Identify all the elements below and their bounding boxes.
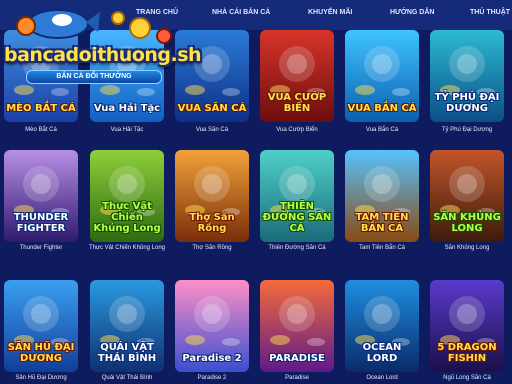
game-name-label[interactable]: Thiên Đường Săn Cá bbox=[249, 244, 345, 252]
site-logo[interactable]: bancadoithuong.sh BẮN CÁ ĐỔI THƯỞNG bbox=[0, 6, 202, 90]
game-name-label[interactable]: Vua Săn Cá bbox=[164, 126, 260, 134]
game-card-title: PARADISE bbox=[269, 353, 325, 364]
game-card[interactable]: THIÊN ĐƯỜNG SĂN CÁ bbox=[260, 150, 334, 242]
nav-tips[interactable]: THỦ THUẬT bbox=[470, 9, 510, 16]
game-name-label[interactable]: Paradise bbox=[249, 374, 345, 382]
game-name-label[interactable]: Vua Hải Tặc bbox=[79, 126, 175, 134]
game-name-label[interactable]: Thợ Săn Rồng bbox=[164, 244, 260, 252]
game-name-label[interactable]: Tỷ Phú Đại Dương bbox=[419, 126, 512, 134]
game-card[interactable]: QUÁI VẬT THÁI BÌNH bbox=[90, 280, 164, 372]
game-card-title: QUÁI VẬT THÁI BÌNH bbox=[97, 342, 157, 364]
game-card[interactable]: SĂN KHỦNG LONG bbox=[430, 150, 504, 242]
nav-bookmakers[interactable]: NHÀ CÁI BẮN CÁ bbox=[212, 9, 270, 16]
game-card-title: SĂN HŨ ĐẠI DƯƠNG bbox=[7, 342, 75, 364]
game-card[interactable]: THUNDER FIGHTER bbox=[4, 150, 78, 242]
game-card-title: Thực Vật Chiến Khủng Long bbox=[93, 201, 161, 234]
game-card-title: Vua Hải Tặc bbox=[93, 103, 161, 114]
game-card-title: TAM TIÊN BẮN CÁ bbox=[355, 212, 409, 234]
nav-guides[interactable]: HƯỚNG DẪN bbox=[390, 9, 434, 16]
game-card-title: MÈO BẮT CÁ bbox=[6, 103, 76, 114]
game-card-title: TỶ PHÚ ĐẠI DƯƠNG bbox=[434, 92, 500, 114]
game-card[interactable]: Thực Vật Chiến Khủng Long bbox=[90, 150, 164, 242]
game-card-title: OCEAN LORD bbox=[362, 342, 402, 364]
game-card[interactable]: OCEAN LORD bbox=[345, 280, 419, 372]
game-card[interactable]: 5 DRAGON FISHIN bbox=[430, 280, 504, 372]
game-card[interactable]: TỶ PHÚ ĐẠI DƯƠNG bbox=[430, 30, 504, 122]
game-card-title: 5 DRAGON FISHIN bbox=[437, 342, 497, 364]
game-name-label[interactable]: Ocean Lord bbox=[334, 374, 430, 382]
game-name-label[interactable]: Mèo Bắt Cá bbox=[0, 126, 89, 134]
game-card[interactable]: VUA CƯỚP BIỂN bbox=[260, 30, 334, 122]
game-name-label[interactable]: Vua Cướp Biển bbox=[249, 126, 345, 134]
nav-promotions[interactable]: KHUYẾN MÃI bbox=[308, 9, 352, 16]
game-card[interactable]: TAM TIÊN BẮN CÁ bbox=[345, 150, 419, 242]
game-card[interactable]: VUA BẮN CÁ bbox=[345, 30, 419, 122]
game-name-label[interactable]: Vua Bắn Cá bbox=[334, 126, 430, 134]
game-card-title: Thợ Săn Rồng bbox=[189, 212, 235, 234]
logo-tagline: BẮN CÁ ĐỔI THƯỞNG bbox=[26, 70, 162, 84]
game-card-title: VUA BẮN CÁ bbox=[347, 103, 417, 114]
game-name-label[interactable]: Sân Hũ Đại Dương bbox=[0, 374, 89, 382]
logo-text: bancadoithuong.sh bbox=[4, 44, 202, 66]
game-card-title: SĂN KHỦNG LONG bbox=[433, 212, 501, 234]
game-card-title: VUA CƯỚP BIỂN bbox=[267, 92, 327, 114]
game-card-title: VUA SĂN CÁ bbox=[177, 103, 247, 114]
game-card-title: Paradise 2 bbox=[182, 353, 242, 364]
game-name-label[interactable]: Paradise 2 bbox=[164, 374, 260, 382]
game-card[interactable]: PARADISE bbox=[260, 280, 334, 372]
game-name-label[interactable]: Săn Khủng Long bbox=[419, 244, 512, 252]
game-name-label[interactable]: Tam Tiên Bắn Cá bbox=[334, 244, 430, 252]
game-card[interactable]: Thợ Săn Rồng bbox=[175, 150, 249, 242]
game-card-title: THIÊN ĐƯỜNG SĂN CÁ bbox=[262, 201, 332, 234]
game-card-title: THUNDER FIGHTER bbox=[13, 212, 69, 234]
game-name-label[interactable]: Thực Vật Chiến Khủng Long bbox=[79, 244, 175, 252]
game-name-label[interactable]: Thunder Fighter bbox=[0, 244, 89, 252]
game-name-label[interactable]: Quái Vật Thái Bình bbox=[79, 374, 175, 382]
game-card[interactable]: SĂN HŨ ĐẠI DƯƠNG bbox=[4, 280, 78, 372]
game-name-label[interactable]: Ngũ Long Săn Cá bbox=[419, 374, 512, 382]
game-card[interactable]: Paradise 2 bbox=[175, 280, 249, 372]
